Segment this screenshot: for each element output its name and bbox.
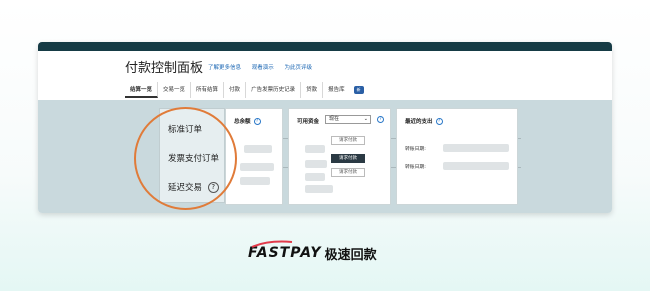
available-funds-title: 可用资金 (297, 119, 320, 125)
tab-settlement-overview[interactable]: 结算一览 (125, 82, 159, 98)
request-payment-button[interactable]: 请求付款 (331, 168, 365, 177)
tab-bar: 结算一览 交易一览 所有结算 付款 广告发票历史记录 贷款 报告库 新 (125, 82, 364, 98)
learn-more-link[interactable]: 了解更多信息 (208, 65, 241, 71)
fastpay-logo: FASTPAY 极速回款 (248, 240, 377, 263)
recent-payouts-title: 最近的支出? (405, 117, 443, 125)
transfer-date-label: 转账日期: (405, 147, 426, 152)
blurred-amount (305, 185, 333, 193)
tab-transaction-overview[interactable]: 交易一览 (158, 82, 192, 98)
tab-ad-invoice-history[interactable]: 广告发票历史记录 (246, 82, 302, 98)
header-links: 了解更多信息 观看演示 为此页评级 (208, 63, 321, 71)
recent-payouts-card: 最近的支出? 转账日期: 转账日期: (396, 108, 518, 205)
blurred-amount (305, 160, 327, 168)
top-bar (38, 42, 612, 51)
blurred-value (443, 162, 509, 170)
dashboard-content: 标准订单 发票支付订单 延迟交易 ? 总余额? 可用资金 现在 ⌄ ? 请求付款… (38, 100, 612, 213)
total-balance-title: 总余额? (234, 117, 261, 125)
period-select[interactable]: 现在 ⌄ (325, 115, 371, 124)
request-payment-button[interactable]: 请求付款 (331, 136, 365, 145)
tab-report-library[interactable]: 报告库 (323, 82, 350, 98)
payment-dashboard-window: 付款控制面板 了解更多信息 观看演示 为此页评级 结算一览 交易一览 所有结算 … (38, 42, 612, 213)
dashboard-header: 付款控制面板 了解更多信息 观看演示 为此页评级 结算一览 交易一览 所有结算 … (38, 51, 612, 100)
help-icon[interactable]: ? (435, 118, 443, 125)
help-icon[interactable]: ? (377, 116, 384, 123)
tab-payments[interactable]: 付款 (224, 82, 247, 98)
highlight-circle (134, 107, 237, 210)
tab-loans[interactable]: 贷款 (301, 82, 324, 98)
blurred-value (443, 144, 509, 152)
available-funds-card: 可用资金 现在 ⌄ ? 请求付款 请求付款 请求付款 (288, 108, 391, 205)
blurred-amount (305, 173, 325, 181)
chevron-down-icon: ⌄ (363, 116, 368, 122)
request-payment-button[interactable]: 请求付款 (331, 154, 365, 163)
blurred-amount (240, 177, 270, 185)
rate-page-link[interactable]: 为此页评级 (285, 65, 313, 71)
tab-all-settlements[interactable]: 所有结算 (191, 82, 225, 98)
blurred-amount (305, 145, 325, 153)
help-icon[interactable]: ? (253, 118, 261, 125)
blurred-amount (244, 145, 272, 153)
swoosh-icon (251, 240, 293, 248)
new-badge: 新 (353, 86, 364, 94)
page-title: 付款控制面板 (125, 61, 204, 76)
logo-cn-text: 极速回款 (324, 247, 377, 263)
transfer-date-label: 转账日期: (405, 165, 426, 170)
blurred-amount (240, 163, 274, 171)
watch-demo-link[interactable]: 观看演示 (252, 65, 274, 71)
